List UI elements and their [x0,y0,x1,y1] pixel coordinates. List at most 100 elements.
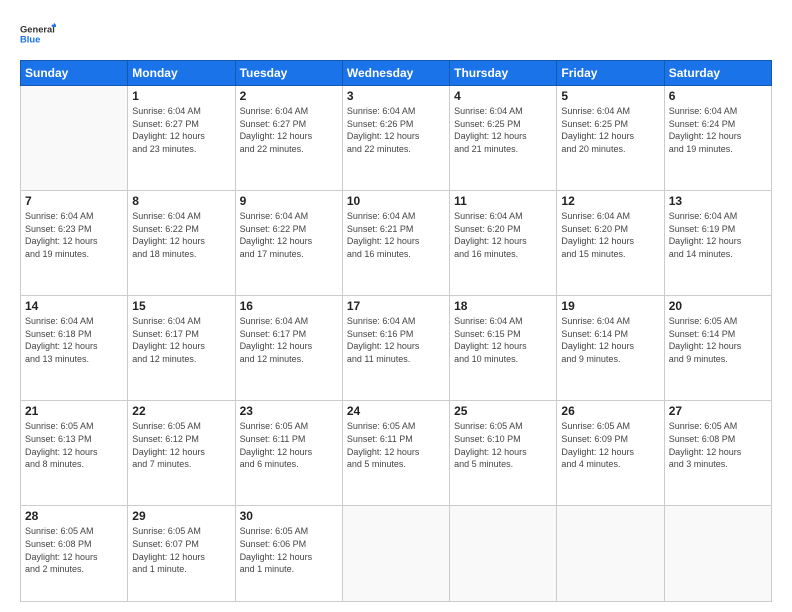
day-number: 22 [132,404,230,418]
day-number: 18 [454,299,552,313]
day-number: 15 [132,299,230,313]
weekday-header-cell: Friday [557,61,664,86]
weekday-header-cell: Monday [128,61,235,86]
day-info: Sunrise: 6:05 AMSunset: 6:14 PMDaylight:… [669,315,767,365]
calendar-cell: 16 Sunrise: 6:04 AMSunset: 6:17 PMDayligh… [235,296,342,401]
calendar-cell: 1 Sunrise: 6:04 AMSunset: 6:27 PMDaylight… [128,86,235,191]
calendar-week-row: 28Sunrise: 6:05 AMSunset: 6:08 PMDayligh… [21,506,772,602]
calendar-body: 1 Sunrise: 6:04 AMSunset: 6:27 PMDaylight… [21,86,772,602]
weekday-header-cell: Thursday [450,61,557,86]
logo-icon: General Blue [20,16,56,52]
day-number: 17 [347,299,445,313]
day-number: 25 [454,404,552,418]
calendar-cell: 29Sunrise: 6:05 AMSunset: 6:07 PMDayligh… [128,506,235,602]
day-number: 12 [561,194,659,208]
day-number: 29 [132,509,230,523]
day-number: 16 [240,299,338,313]
day-info: Sunrise: 6:04 AMSunset: 6:15 PMDaylight:… [454,315,552,365]
calendar-cell: 30 Sunrise: 6:05 AMSunset: 6:06 PMDayligh… [235,506,342,602]
day-number: 24 [347,404,445,418]
logo: General Blue [20,16,56,52]
day-number: 6 [669,89,767,103]
day-number: 27 [669,404,767,418]
day-number: 21 [25,404,123,418]
weekday-header-cell: Saturday [664,61,771,86]
day-info: Sunrise: 6:04 AMSunset: 6:26 PMDaylight:… [347,105,445,155]
day-info: Sunrise: 6:04 AMSunset: 6:19 PMDaylight:… [669,210,767,260]
day-number: 26 [561,404,659,418]
calendar-cell: 24 Sunrise: 6:05 AMSunset: 6:11 PMDayligh… [342,401,449,506]
day-number: 14 [25,299,123,313]
day-number: 30 [240,509,338,523]
calendar-cell [664,506,771,602]
calendar-cell: 14Sunrise: 6:04 AMSunset: 6:18 PMDayligh… [21,296,128,401]
calendar-cell: 13 Sunrise: 6:04 AMSunset: 6:19 PMDayligh… [664,191,771,296]
day-info: Sunrise: 6:05 AMSunset: 6:13 PMDaylight:… [25,420,123,470]
day-info: Sunrise: 6:05 AMSunset: 6:11 PMDaylight:… [347,420,445,470]
calendar-cell: 6Sunrise: 6:04 AMSunset: 6:24 PMDaylight… [664,86,771,191]
day-info: Sunrise: 6:04 AMSunset: 6:25 PMDaylight:… [561,105,659,155]
calendar-cell: 3 Sunrise: 6:04 AMSunset: 6:26 PMDaylight… [342,86,449,191]
day-number: 3 [347,89,445,103]
svg-text:General: General [20,25,55,35]
day-number: 11 [454,194,552,208]
calendar-cell: 11Sunrise: 6:04 AMSunset: 6:20 PMDayligh… [450,191,557,296]
day-info: Sunrise: 6:04 AMSunset: 6:17 PMDaylight:… [240,315,338,365]
day-info: Sunrise: 6:04 AMSunset: 6:16 PMDaylight:… [347,315,445,365]
day-info: Sunrise: 6:05 AMSunset: 6:09 PMDaylight:… [561,420,659,470]
calendar-cell: 27 Sunrise: 6:05 AMSunset: 6:08 PMDayligh… [664,401,771,506]
day-info: Sunrise: 6:04 AMSunset: 6:21 PMDaylight:… [347,210,445,260]
day-info: Sunrise: 6:04 AMSunset: 6:25 PMDaylight:… [454,105,552,155]
day-info: Sunrise: 6:04 AMSunset: 6:27 PMDaylight:… [132,105,230,155]
day-info: Sunrise: 6:04 AMSunset: 6:20 PMDaylight:… [561,210,659,260]
calendar-cell: 18 Sunrise: 6:04 AMSunset: 6:15 PMDayligh… [450,296,557,401]
day-number: 2 [240,89,338,103]
day-number: 1 [132,89,230,103]
day-info: Sunrise: 6:04 AMSunset: 6:27 PMDaylight:… [240,105,338,155]
day-info: Sunrise: 6:05 AMSunset: 6:11 PMDaylight:… [240,420,338,470]
calendar-cell: 25 Sunrise: 6:05 AMSunset: 6:10 PMDayligh… [450,401,557,506]
calendar-cell: 7Sunrise: 6:04 AMSunset: 6:23 PMDaylight… [21,191,128,296]
header: General Blue [20,16,772,52]
day-number: 23 [240,404,338,418]
weekday-header-cell: Wednesday [342,61,449,86]
calendar-cell: 19Sunrise: 6:04 AMSunset: 6:14 PMDayligh… [557,296,664,401]
day-info: Sunrise: 6:05 AMSunset: 6:10 PMDaylight:… [454,420,552,470]
day-number: 19 [561,299,659,313]
calendar-cell: 22 Sunrise: 6:05 AMSunset: 6:12 PMDayligh… [128,401,235,506]
calendar-table: SundayMondayTuesdayWednesdayThursdayFrid… [20,60,772,602]
day-info: Sunrise: 6:05 AMSunset: 6:08 PMDaylight:… [669,420,767,470]
calendar-week-row: 1 Sunrise: 6:04 AMSunset: 6:27 PMDaylight… [21,86,772,191]
calendar-week-row: 21 Sunrise: 6:05 AMSunset: 6:13 PMDayligh… [21,401,772,506]
day-number: 13 [669,194,767,208]
day-info: Sunrise: 6:04 AMSunset: 6:22 PMDaylight:… [240,210,338,260]
svg-text:Blue: Blue [20,35,40,45]
calendar-cell: 21 Sunrise: 6:05 AMSunset: 6:13 PMDayligh… [21,401,128,506]
calendar-cell: 2 Sunrise: 6:04 AMSunset: 6:27 PMDaylight… [235,86,342,191]
calendar-cell [342,506,449,602]
calendar-cell [557,506,664,602]
calendar-cell: 10Sunrise: 6:04 AMSunset: 6:21 PMDayligh… [342,191,449,296]
day-number: 4 [454,89,552,103]
calendar-cell: 15 Sunrise: 6:04 AMSunset: 6:17 PMDayligh… [128,296,235,401]
day-info: Sunrise: 6:05 AMSunset: 6:08 PMDaylight:… [25,525,123,575]
calendar-cell: 26 Sunrise: 6:05 AMSunset: 6:09 PMDayligh… [557,401,664,506]
day-number: 7 [25,194,123,208]
calendar-cell: 4 Sunrise: 6:04 AMSunset: 6:25 PMDaylight… [450,86,557,191]
calendar-cell [450,506,557,602]
weekday-header-cell: Sunday [21,61,128,86]
day-number: 20 [669,299,767,313]
calendar-week-row: 14Sunrise: 6:04 AMSunset: 6:18 PMDayligh… [21,296,772,401]
weekday-header-cell: Tuesday [235,61,342,86]
calendar-cell: 5 Sunrise: 6:04 AMSunset: 6:25 PMDaylight… [557,86,664,191]
calendar-cell: 9Sunrise: 6:04 AMSunset: 6:22 PMDaylight… [235,191,342,296]
calendar-cell: 12 Sunrise: 6:04 AMSunset: 6:20 PMDayligh… [557,191,664,296]
weekday-header-row: SundayMondayTuesdayWednesdayThursdayFrid… [21,61,772,86]
day-info: Sunrise: 6:05 AMSunset: 6:06 PMDaylight:… [240,525,338,575]
day-info: Sunrise: 6:04 AMSunset: 6:17 PMDaylight:… [132,315,230,365]
day-number: 5 [561,89,659,103]
day-info: Sunrise: 6:05 AMSunset: 6:12 PMDaylight:… [132,420,230,470]
calendar-week-row: 7Sunrise: 6:04 AMSunset: 6:23 PMDaylight… [21,191,772,296]
page: General Blue SundayMondayTuesdayWednesda… [0,0,792,612]
day-number: 8 [132,194,230,208]
